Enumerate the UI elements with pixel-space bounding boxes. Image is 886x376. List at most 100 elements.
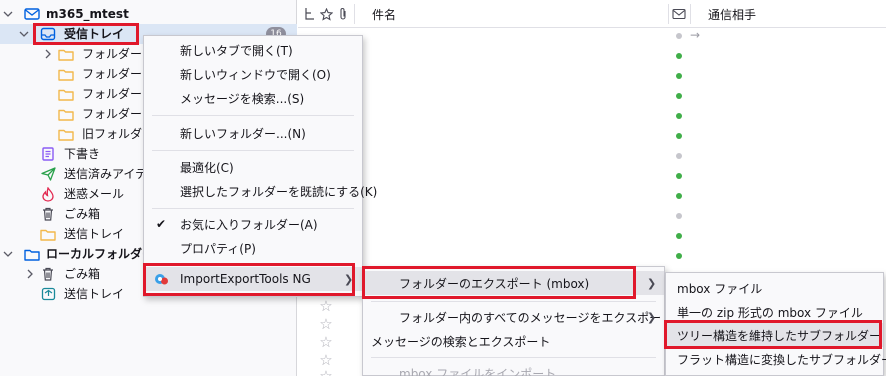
star-icon[interactable]: ☆ [318, 334, 334, 350]
outbox-icon [40, 284, 56, 304]
star-icon[interactable]: ☆ [318, 298, 334, 314]
chevron-right-icon[interactable] [24, 264, 36, 284]
read-status-dot[interactable] [676, 73, 682, 79]
subject-column-header[interactable]: 件名 [372, 0, 396, 28]
menu-item-label: mbox ファイルをインポート [399, 366, 557, 376]
submenu-arrow-icon: ❯ [647, 310, 657, 324]
importexport-submenu: フォルダーのエクスポート (mbox) ❯ フォルダー内のすべてのメッセージをエ… [362, 266, 673, 376]
folder-label: ごみ箱 [64, 267, 101, 281]
read-status-dot[interactable] [676, 93, 682, 99]
read-status-dot[interactable] [676, 33, 682, 39]
tree-row-account[interactable]: m365_mtest [0, 4, 297, 24]
folder-icon [58, 84, 74, 104]
paper-plane-icon [40, 164, 56, 184]
menu-item-search-and-export[interactable]: メッセージの検索とエクスポート [363, 329, 664, 353]
chevron-down-icon[interactable] [2, 4, 14, 24]
drafts-icon [40, 144, 56, 164]
folder-icon [58, 64, 74, 84]
read-status-dot[interactable] [676, 253, 682, 259]
sent-arrow-indicator: → [690, 28, 701, 42]
trash-icon [40, 264, 56, 284]
read-status-dot[interactable] [676, 133, 682, 139]
inbox-label: 受信トレイ [64, 27, 125, 41]
menu-item-label: フラット構造に変換したサブフォルダー [677, 352, 886, 367]
menu-item-label: フォルダーのエクスポート (mbox) [399, 276, 590, 291]
star-icon[interactable]: ☆ [318, 316, 334, 332]
menu-item-label: 新しいフォルダー...(N) [180, 126, 306, 141]
trash-icon [40, 204, 56, 224]
menu-item-export-all-messages[interactable]: フォルダー内のすべてのメッセージをエクスポート ❯ [363, 305, 673, 329]
menu-item-zip-mbox[interactable]: 単一の zip 形式の mbox ファイル [666, 300, 883, 324]
folder-label: 送信トレイ [64, 287, 125, 301]
menu-item-import-mbox[interactable]: mbox ファイルをインポート [363, 361, 664, 376]
menu-item-favorite-folder[interactable]: ✔ お気に入りフォルダー(A) [144, 212, 362, 236]
folder-label: 迷惑メール [64, 187, 125, 201]
menu-item-compact[interactable]: 最適化(C) [144, 155, 362, 179]
folder-label: 下書き [64, 147, 101, 161]
menu-item-subfolders-tree[interactable]: ツリー構造を維持したサブフォルダー [666, 323, 883, 347]
menu-separator [152, 263, 354, 264]
menu-item-label: 新しいタブで開く(T) [180, 43, 293, 58]
menu-item-mark-folder-read[interactable]: 選択したフォルダーを既読にする(K) [144, 179, 377, 203]
submenu-arrow-icon: ❯ [344, 272, 354, 286]
account-name: m365_mtest [46, 7, 129, 21]
menu-item-label: プロパティ(P) [180, 241, 256, 256]
read-status-dot[interactable] [676, 173, 682, 179]
read-status-dot[interactable] [676, 53, 682, 59]
menu-item-label: メッセージを検索...(S) [180, 91, 305, 106]
star-icon[interactable]: ☆ [318, 368, 334, 376]
menu-item-label: お気に入りフォルダー(A) [180, 217, 318, 232]
read-status-dot[interactable] [676, 233, 682, 239]
thread-column-icon[interactable] [304, 0, 316, 28]
read-status-dot[interactable] [676, 213, 682, 219]
mbox-export-submenu: mbox ファイル 単一の zip 形式の mbox ファイル ツリー構造を維持… [665, 272, 886, 376]
menu-item-label: ImportExportTools NG [180, 272, 311, 286]
menu-item-label: mbox ファイル [677, 281, 763, 296]
inbox-icon [40, 24, 56, 44]
star-icon[interactable]: ☆ [318, 352, 334, 368]
local-folders-label: ローカルフォルダー [46, 247, 155, 261]
folder-icon [58, 124, 74, 144]
flame-icon [40, 184, 56, 204]
menu-item-importexporttools[interactable]: ImportExportTools NG ❯ [144, 267, 362, 291]
chevron-down-icon[interactable] [18, 24, 30, 44]
submenu-arrow-icon: ❯ [647, 276, 657, 290]
chevron-down-icon[interactable] [2, 244, 14, 264]
menu-separator [152, 115, 354, 116]
menu-item-label: 最適化(C) [180, 160, 234, 175]
read-status-column-icon[interactable] [672, 0, 686, 28]
folder-icon [24, 244, 40, 264]
menu-item-search-messages[interactable]: メッセージを検索...(S) [144, 86, 362, 110]
menu-separator [371, 357, 656, 358]
read-status-dot[interactable] [676, 153, 682, 159]
menu-item-label: フォルダー内のすべてのメッセージをエクスポート [399, 310, 674, 325]
menu-separator [152, 208, 354, 209]
menu-item-export-folder-mbox[interactable]: フォルダーのエクスポート (mbox) ❯ [363, 271, 664, 295]
read-status-dot[interactable] [676, 193, 682, 199]
menu-item-label: ツリー構造を維持したサブフォルダー [677, 328, 882, 343]
checkmark-icon: ✔ [156, 217, 167, 231]
menu-item-label: メッセージの検索とエクスポート [371, 334, 551, 349]
menu-item-properties[interactable]: プロパティ(P) [144, 236, 362, 260]
importexport-addon-icon [154, 272, 170, 289]
menu-item-label: 単一の zip 形式の mbox ファイル [677, 305, 863, 320]
envelope-icon [24, 4, 40, 24]
menu-separator [152, 150, 354, 151]
menu-item-open-new-window[interactable]: 新しいウィンドウで開く(O) [144, 62, 362, 86]
star-column-icon[interactable] [320, 0, 333, 28]
correspondent-column-header[interactable]: 通信相手 [708, 0, 756, 28]
folder-label: 送信トレイ [64, 227, 125, 241]
message-list-header: 件名 通信相手 [298, 0, 886, 28]
menu-item-mbox-file[interactable]: mbox ファイル [666, 276, 883, 300]
folder-icon [58, 44, 74, 64]
read-status-dot[interactable] [676, 113, 682, 119]
menu-item-new-folder[interactable]: 新しいフォルダー...(N) [144, 121, 362, 145]
folder-icon [40, 224, 56, 244]
menu-item-subfolders-flat[interactable]: フラット構造に変換したサブフォルダー [666, 347, 886, 371]
menu-item-label: 選択したフォルダーを既読にする(K) [180, 184, 378, 199]
folder-icon [58, 104, 74, 124]
attachment-column-icon[interactable] [338, 0, 348, 28]
menu-separator [371, 301, 656, 302]
chevron-right-icon[interactable] [42, 44, 54, 64]
menu-item-open-new-tab[interactable]: 新しいタブで開く(T) [144, 38, 362, 62]
